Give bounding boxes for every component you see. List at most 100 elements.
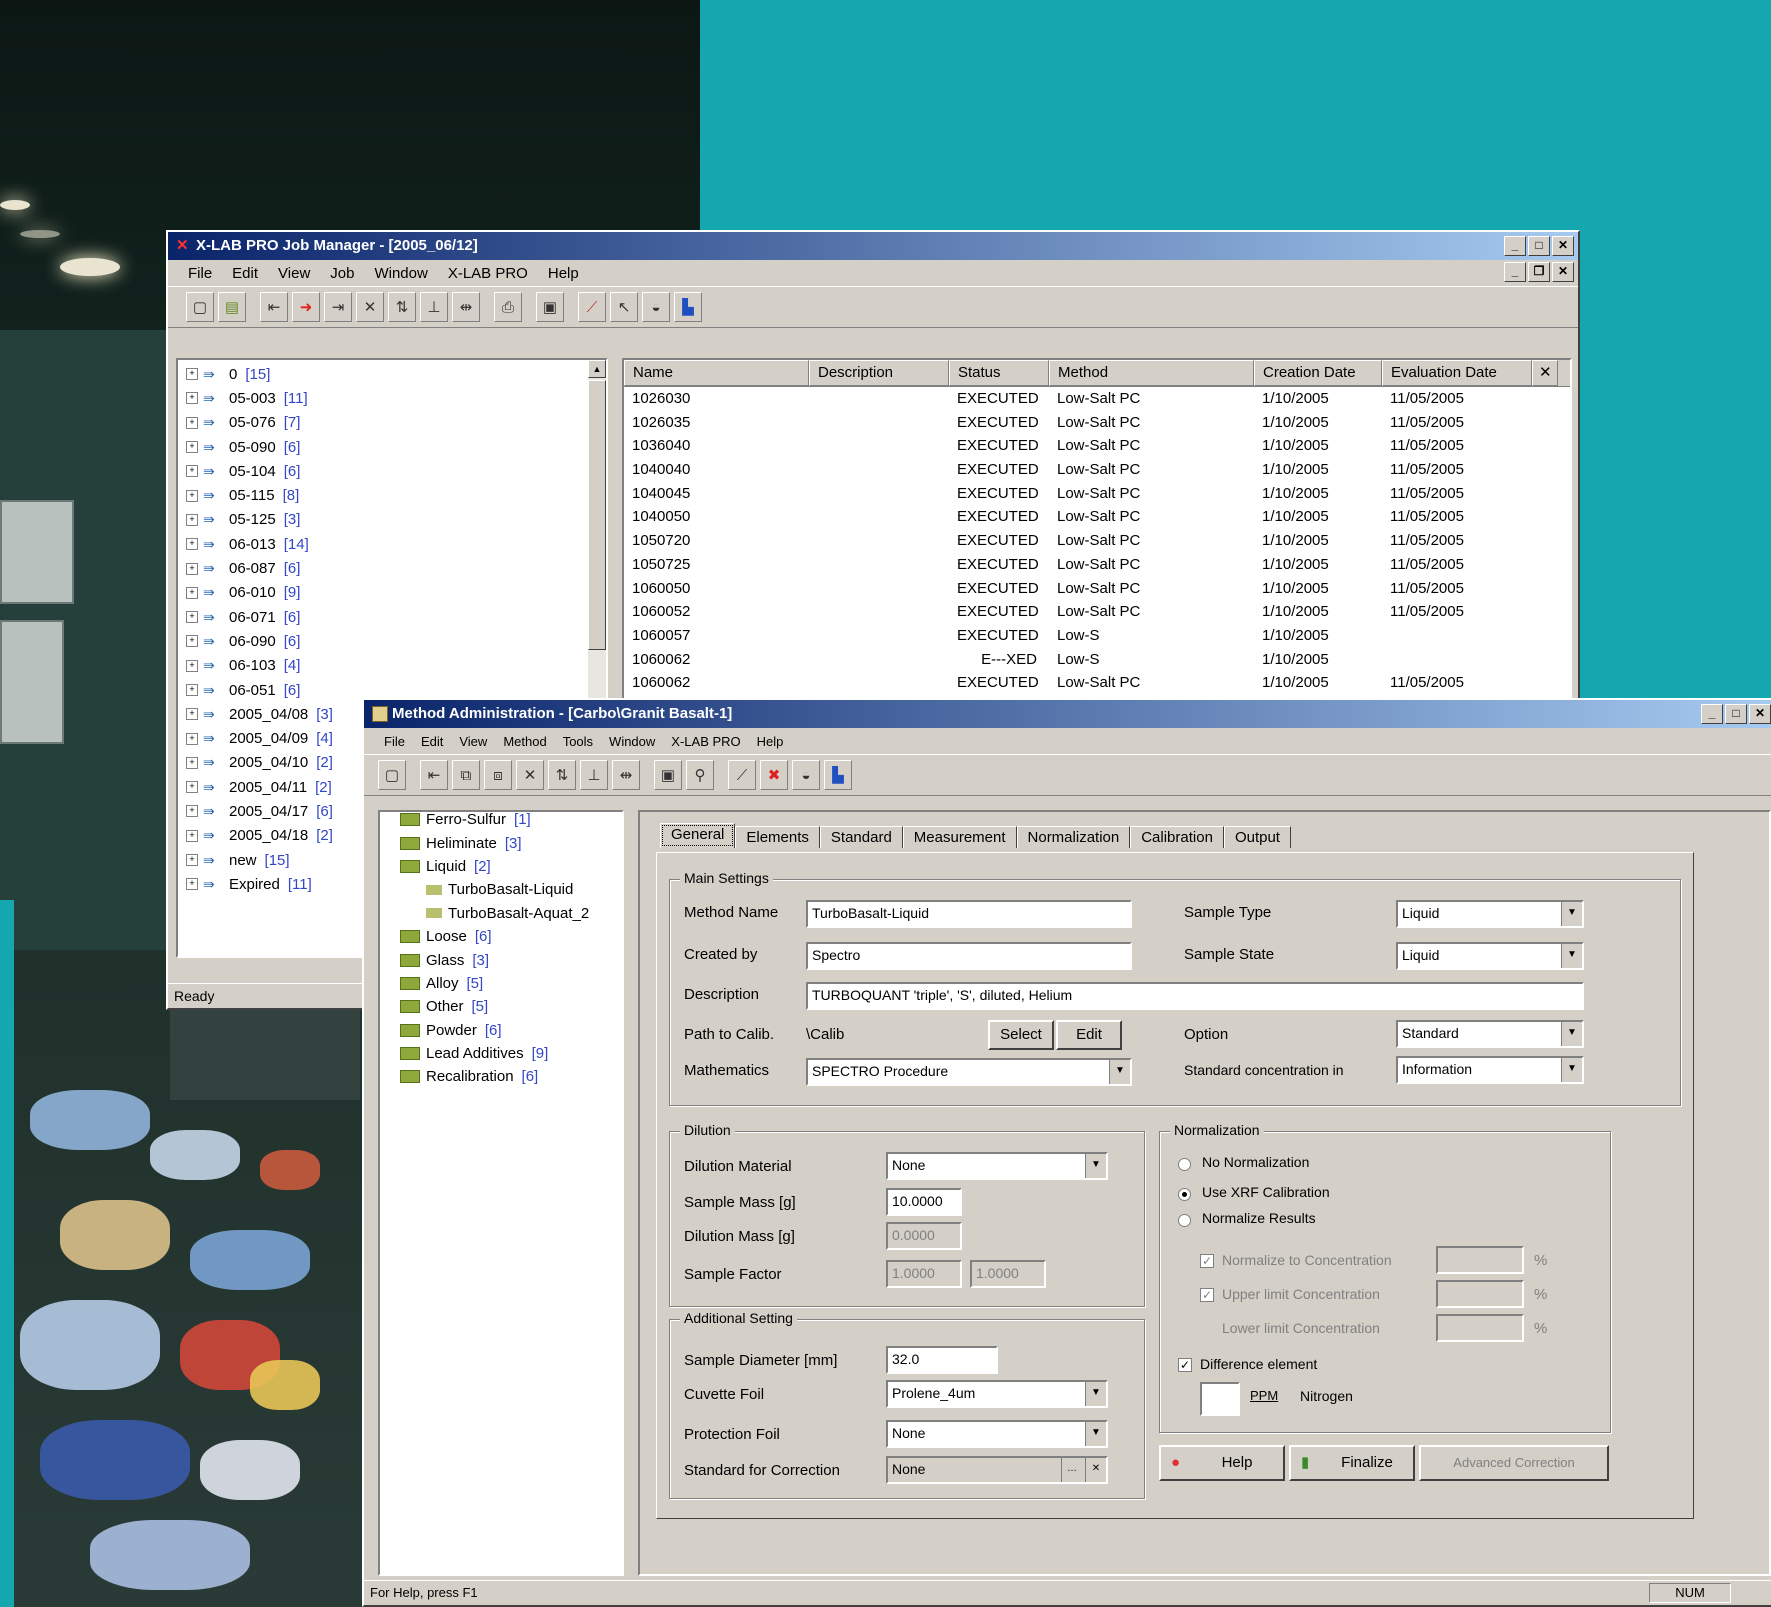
chevron-down-icon[interactable]: ▼ [1085, 1382, 1106, 1406]
method-minimize-button[interactable]: _ [1701, 704, 1723, 724]
tab-elements[interactable]: Elements [735, 826, 820, 848]
m-paste-icon[interactable]: ⧈ [484, 760, 512, 790]
standard-for-correction-field[interactable]: None … ✕ [886, 1456, 1108, 1484]
sort-icon[interactable]: ⇅ [388, 292, 416, 322]
help-button[interactable]: ● Help [1159, 1445, 1285, 1481]
finalize-button[interactable]: ▮ Finalize [1289, 1445, 1415, 1481]
expand-plus-icon[interactable]: + [186, 854, 198, 867]
chevron-down-icon[interactable]: ▼ [1085, 1154, 1106, 1178]
method-tree-item[interactable]: Ferro-Sulfur [1] [380, 812, 622, 831]
job-tree-item[interactable]: + ⇛ 05-003 [11] [178, 386, 606, 410]
measure-icon[interactable]: ⟋ [578, 292, 606, 322]
m-sort-icon[interactable]: ⇅ [548, 760, 576, 790]
m-back-icon[interactable]: ⇤ [420, 760, 448, 790]
menu-job[interactable]: Job [330, 265, 354, 282]
tab-calibration[interactable]: Calibration [1130, 826, 1224, 848]
edit-button[interactable]: Edit [1056, 1020, 1122, 1050]
method-tree-item[interactable]: Glass [3] [380, 948, 622, 971]
table-row[interactable]: 1060050 EXECUTED Low-Salt PC 1/10/2005 11/05… [624, 577, 1570, 601]
method-tree-item[interactable]: Recalibration [6] [380, 1065, 622, 1088]
difference-element-box[interactable] [1200, 1382, 1240, 1416]
expand-plus-icon[interactable]: + [186, 441, 198, 454]
m-new-icon[interactable]: ▢ [378, 760, 406, 790]
sample-factor-field-2[interactable]: 1.0000 [970, 1260, 1046, 1288]
expand-plus-icon[interactable]: + [186, 489, 198, 502]
m-sample-icon[interactable]: ◒ [792, 760, 820, 790]
col-status[interactable]: Status [949, 360, 1049, 386]
expand-plus-icon[interactable]: + [186, 805, 198, 818]
menu-xlabpro[interactable]: X-LAB PRO [448, 265, 528, 282]
browse-icon[interactable]: … [1061, 1458, 1082, 1482]
chevron-down-icon[interactable]: ▼ [1561, 944, 1582, 968]
mdi-close-button[interactable]: ✕ [1552, 262, 1574, 282]
expand-plus-icon[interactable]: + [186, 732, 198, 745]
forward-icon[interactable]: ⇥ [324, 292, 352, 322]
remove-icon[interactable]: ✕ [356, 292, 384, 322]
m-expand-icon[interactable]: ⇹ [612, 760, 640, 790]
normalize-to-concentration-field[interactable] [1436, 1246, 1524, 1274]
job-tree-item[interactable]: + ⇛ 06-087 [6] [178, 556, 606, 580]
m-menu-window[interactable]: Window [609, 734, 655, 749]
expand-plus-icon[interactable]: + [186, 708, 198, 721]
expand-plus-icon[interactable]: + [186, 659, 198, 672]
table-row[interactable]: 1060052 EXECUTED Low-Salt PC 1/10/2005 11/05… [624, 600, 1570, 624]
m-menu-help[interactable]: Help [757, 734, 784, 749]
tab-general[interactable]: General [660, 823, 736, 848]
back-icon[interactable]: ⇤ [260, 292, 288, 322]
sample-state-select[interactable]: Liquid ▼ [1396, 942, 1584, 970]
job-manager-titlebar[interactable]: ✕ X-LAB PRO Job Manager - [2005_06/12] _… [168, 232, 1578, 260]
method-tree-item[interactable]: Other [5] [380, 995, 622, 1018]
col-description[interactable]: Description [809, 360, 949, 386]
job-tree-item[interactable]: + ⇛ 05-076 [7] [178, 411, 606, 435]
m-menu-edit[interactable]: Edit [421, 734, 443, 749]
col-creation-date[interactable]: Creation Date [1254, 360, 1382, 386]
expand-plus-icon[interactable]: + [186, 586, 198, 599]
table-row[interactable]: 1050725 EXECUTED Low-Salt PC 1/10/2005 11/05… [624, 553, 1570, 577]
chevron-down-icon[interactable]: ▼ [1561, 902, 1582, 926]
m-menu-xlabpro[interactable]: X-LAB PRO [671, 734, 740, 749]
scroll-thumb[interactable] [588, 380, 606, 650]
expand-plus-icon[interactable]: + [186, 513, 198, 526]
chart-icon[interactable]: ▙ [674, 292, 702, 322]
tab-normalization[interactable]: Normalization [1016, 826, 1131, 848]
expand-icon[interactable]: ⇹ [452, 292, 480, 322]
dilution-mass-field[interactable]: 0.0000 [886, 1222, 962, 1250]
job-tree-item[interactable]: + ⇛ 05-115 [8] [178, 483, 606, 507]
normalize-to-concentration-check[interactable]: ✓ [1200, 1254, 1214, 1268]
cuvette-foil-select[interactable]: Prolene_4um ▼ [886, 1380, 1108, 1408]
tab-measurement[interactable]: Measurement [902, 826, 1017, 848]
upper-limit-field[interactable] [1436, 1280, 1524, 1308]
method-tree-item[interactable]: TurboBasalt-Liquid [380, 878, 622, 901]
table-row[interactable]: 1036040 EXECUTED Low-Salt PC 1/10/2005 11/05… [624, 434, 1570, 458]
expand-plus-icon[interactable]: + [186, 829, 198, 842]
m-menu-method[interactable]: Method [503, 734, 546, 749]
job-tree-item[interactable]: + ⇛ 05-090 [6] [178, 435, 606, 459]
m-copy-icon[interactable]: ⧉ [452, 760, 480, 790]
table-row[interactable]: 1026035 EXECUTED Low-Salt PC 1/10/2005 11/05… [624, 411, 1570, 435]
menu-view[interactable]: View [278, 265, 310, 282]
preview-icon[interactable]: ▣ [536, 292, 564, 322]
m-menu-tools[interactable]: Tools [563, 734, 593, 749]
created-by-field[interactable]: Spectro [806, 942, 1132, 970]
expand-plus-icon[interactable]: + [186, 392, 198, 405]
menu-help[interactable]: Help [548, 265, 579, 282]
chevron-down-icon[interactable]: ▼ [1561, 1022, 1582, 1046]
expand-plus-icon[interactable]: + [186, 538, 198, 551]
job-tree-item[interactable]: + ⇛ 05-104 [6] [178, 459, 606, 483]
m-down-icon[interactable]: ⊥ [580, 760, 608, 790]
method-maximize-button[interactable]: □ [1725, 704, 1747, 724]
method-admin-titlebar[interactable]: Method Administration - [Carbo\Granit Ba… [364, 700, 1771, 728]
scroll-up-icon[interactable]: ▲ [588, 360, 606, 378]
job-tree-item[interactable]: + ⇛ 05-125 [3] [178, 508, 606, 532]
dilution-material-select[interactable]: None ▼ [886, 1152, 1108, 1180]
method-name-field[interactable]: TurboBasalt-Liquid [806, 900, 1132, 928]
chevron-down-icon[interactable]: ▼ [1109, 1060, 1130, 1084]
expand-plus-icon[interactable]: + [186, 684, 198, 696]
method-tree-item[interactable]: TurboBasalt-Aquat_2 [380, 902, 622, 925]
menu-window[interactable]: Window [374, 265, 427, 282]
delete-job-icon[interactable]: ➜ [292, 292, 320, 322]
standard-concentration-select[interactable]: Information ▼ [1396, 1056, 1584, 1084]
method-tree-item[interactable]: Loose [6] [380, 925, 622, 948]
mdi-minimize-button[interactable]: _ [1504, 262, 1526, 282]
col-name[interactable]: Name [624, 360, 809, 386]
